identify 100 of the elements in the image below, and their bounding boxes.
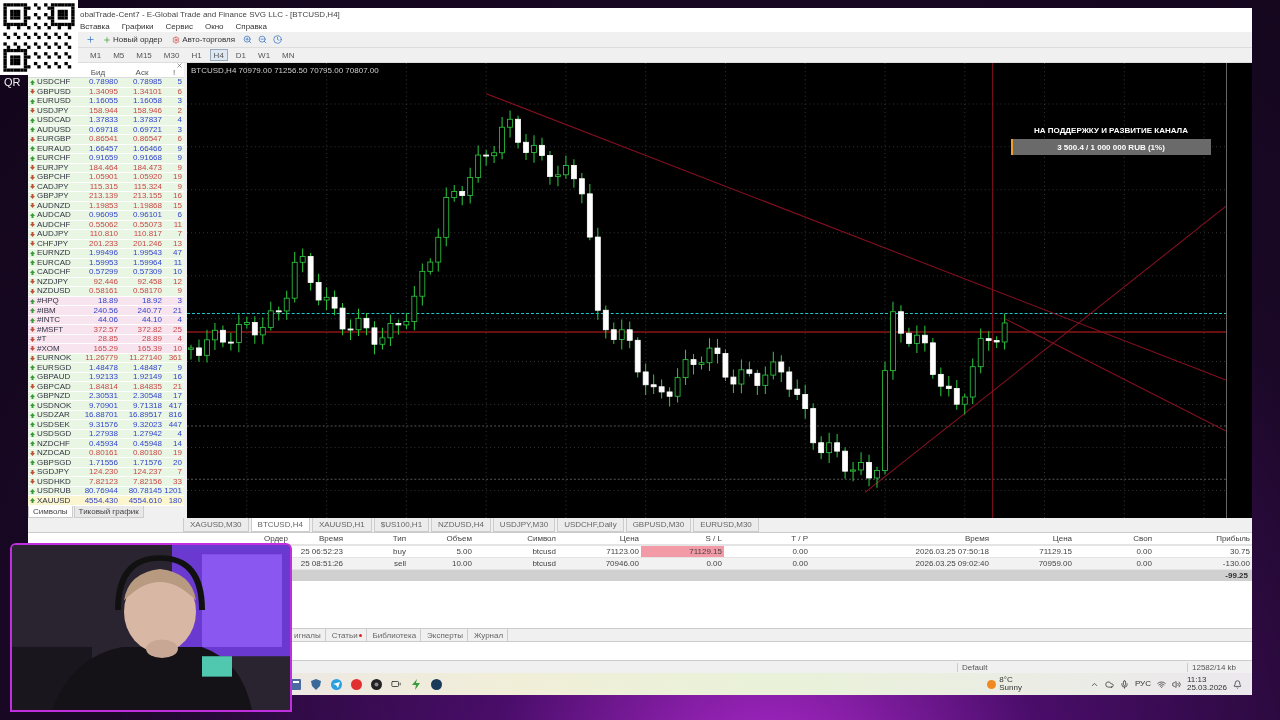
table-cell: 71123.00: [558, 546, 641, 558]
table-cell: btcusd: [474, 546, 558, 558]
spread-value: 9: [176, 154, 183, 163]
menu-item[interactable]: Вставка: [80, 21, 110, 31]
bid-price: 110.810: [88, 230, 119, 239]
symbol-row[interactable]: USDNOK 9.70901 9.71318 417: [28, 401, 184, 411]
menu-item[interactable]: Сервис: [165, 21, 193, 31]
timeframe-button[interactable]: H4: [209, 49, 228, 61]
spread-value: 11: [172, 220, 183, 229]
paper-plane-icon[interactable]: [330, 678, 342, 690]
table-cell: buy: [345, 546, 408, 558]
ask-price: 1.48487: [132, 363, 163, 372]
clock-icon[interactable]: [273, 35, 283, 44]
symbol-row[interactable]: EURNZD 1.99496 1.99543 47: [28, 249, 184, 259]
symbol-row[interactable]: USDCHF 0.78980 0.78985 5: [28, 78, 184, 88]
symbol-row[interactable]: NZDUSD 0.58161 0.58170 9: [28, 287, 184, 297]
symbol-row[interactable]: GBPCHF 1.05901 1.05920 19: [28, 173, 184, 183]
clock-date: 25.03.2026: [1186, 684, 1227, 692]
table-cell: -130.00: [1154, 558, 1252, 570]
bid-price: 1.37833: [88, 116, 119, 125]
symbol-name: EURAUD: [28, 144, 76, 153]
zoom-out-icon[interactable]: [258, 35, 268, 44]
bell-icon[interactable]: [1233, 679, 1242, 689]
chart-tab[interactable]: NZDUSD,H4: [431, 518, 491, 532]
chart-tab[interactable]: XAUUSD,H1: [311, 518, 372, 532]
symbol-name: USDHKD: [28, 477, 76, 486]
lightning-icon[interactable]: [410, 678, 422, 690]
volume-icon[interactable]: [1171, 679, 1181, 689]
bid-price: 0.91659: [88, 154, 119, 163]
chart-tab[interactable]: EURUSD,M30: [693, 518, 759, 532]
symbol-name: GBPJPY: [28, 192, 76, 201]
window-title: obalTrade-Cent7 - E-Global Trade and Finance SVG LLC - [BTCUSD,H4]: [80, 9, 340, 19]
symbol-row[interactable]: GBPCAD 1.84814 1.84835 21: [28, 382, 184, 392]
disc-icon[interactable]: [370, 678, 382, 690]
symbol-name: EURCHF: [28, 154, 76, 163]
symbol-row[interactable]: CADCHF 0.57299 0.57309 10: [28, 268, 184, 278]
ask-price: 18.92: [140, 297, 163, 305]
chart-tab[interactable]: $US100,H1: [373, 518, 430, 532]
chart-tab[interactable]: BTCUSD,H4: [250, 518, 310, 532]
timeframe-button[interactable]: M30: [159, 49, 184, 61]
symbol-name: USDZAR: [28, 411, 76, 420]
symbol-row[interactable]: AUDJPY 110.810 110.817 7: [28, 230, 184, 240]
timeframe-button[interactable]: M1: [86, 49, 106, 61]
symbol-row[interactable]: AUDCAD 0.96095 0.96101 6: [28, 211, 184, 221]
auto-trading-button[interactable]: Авто-торговля: [170, 33, 238, 46]
symbol-row[interactable]: EURUSD 1.16055 1.16058 3: [28, 97, 184, 107]
menu-item[interactable]: Справка: [235, 21, 267, 31]
ask-price: 1.27942: [132, 430, 163, 439]
symbol-name: EURSGD: [28, 363, 76, 372]
menu-item[interactable]: Окно: [204, 21, 224, 31]
battery-icon[interactable]: [390, 678, 402, 690]
timeframe-button[interactable]: W1: [254, 49, 275, 61]
panel-tab[interactable]: Тиковый график: [73, 506, 144, 518]
symbol-row[interactable]: #XOM 165.29 165.39 10: [28, 344, 184, 354]
spread-value: 3: [176, 97, 183, 106]
wifi-icon[interactable]: [1156, 679, 1166, 689]
cloud-icon[interactable]: [1104, 679, 1114, 689]
symbol-row[interactable]: #IBM 240.56 240.77 21: [28, 306, 184, 316]
symbol-row[interactable]: EURCHF 0.91659 0.91668 9: [28, 154, 184, 164]
column-header: Бид: [89, 68, 107, 77]
symbol-row[interactable]: USDSEK 9.31576 9.32023 447: [28, 420, 184, 430]
symbol-row[interactable]: GBPJPY 213.139 213.155 16: [28, 192, 184, 202]
column-header: Время: [290, 533, 345, 545]
symbol-name: XAUUSD: [28, 496, 76, 505]
language-indicator[interactable]: РУС: [1134, 680, 1151, 688]
symbol-row[interactable]: USDHKD 7.82123 7.82156 33: [28, 477, 184, 487]
crosshair-icon[interactable]: [86, 35, 95, 44]
shield-icon[interactable]: [310, 678, 322, 690]
chart-tab[interactable]: USDCHF,Daily: [557, 518, 624, 532]
ask-price: 0.45948: [132, 439, 163, 448]
chart-tab[interactable]: GBPUSD,M30: [625, 518, 692, 532]
spread-value: 7: [176, 230, 183, 239]
spread-value: 1201: [164, 487, 183, 496]
chart-tab[interactable]: XAGUSD,M30: [183, 518, 249, 532]
microphone-icon[interactable]: [1119, 679, 1129, 689]
symbol-row[interactable]: EURSGD 1.48478 1.48487 9: [28, 363, 184, 373]
timeframe-button[interactable]: MN: [278, 49, 299, 61]
ask-price: 0.58170: [132, 287, 163, 296]
panel-tab[interactable]: Символы: [28, 506, 73, 518]
timeframe-button[interactable]: D1: [231, 49, 251, 61]
zoom-in-icon[interactable]: [243, 35, 253, 44]
timeframe-button[interactable]: H1: [187, 49, 206, 61]
calculator-icon[interactable]: [290, 678, 302, 690]
timeframe-button[interactable]: M15: [132, 49, 156, 61]
new-order-button[interactable]: Новый ордер: [101, 33, 165, 46]
symbol-name: USDJPY: [28, 106, 76, 115]
symbol-row[interactable]: NZDCHF 0.45934 0.45948 14: [28, 439, 184, 449]
symbol-row[interactable]: #MSFT 372.57 372.82 25: [28, 325, 184, 335]
symbol-row[interactable]: EURGBP 0.86541 0.86547 6: [28, 135, 184, 145]
chart-tab[interactable]: USDJPY,M30: [492, 518, 556, 532]
timeframe-button[interactable]: M5: [109, 49, 129, 61]
ask-price: 1.16058: [132, 97, 163, 106]
symbol-row[interactable]: GBPSGD 1.71556 1.71576 20: [28, 458, 184, 468]
ask-price: 9.71318: [132, 401, 163, 410]
circle-icon[interactable]: [430, 678, 442, 690]
spread-value: 9: [176, 363, 183, 372]
menu-item[interactable]: Графики: [121, 21, 154, 31]
column-header: S / L: [641, 533, 724, 545]
close-icon[interactable]: [176, 62, 183, 69]
symbol-row[interactable]: USDCAD 1.37833 1.37837 4: [28, 116, 184, 126]
